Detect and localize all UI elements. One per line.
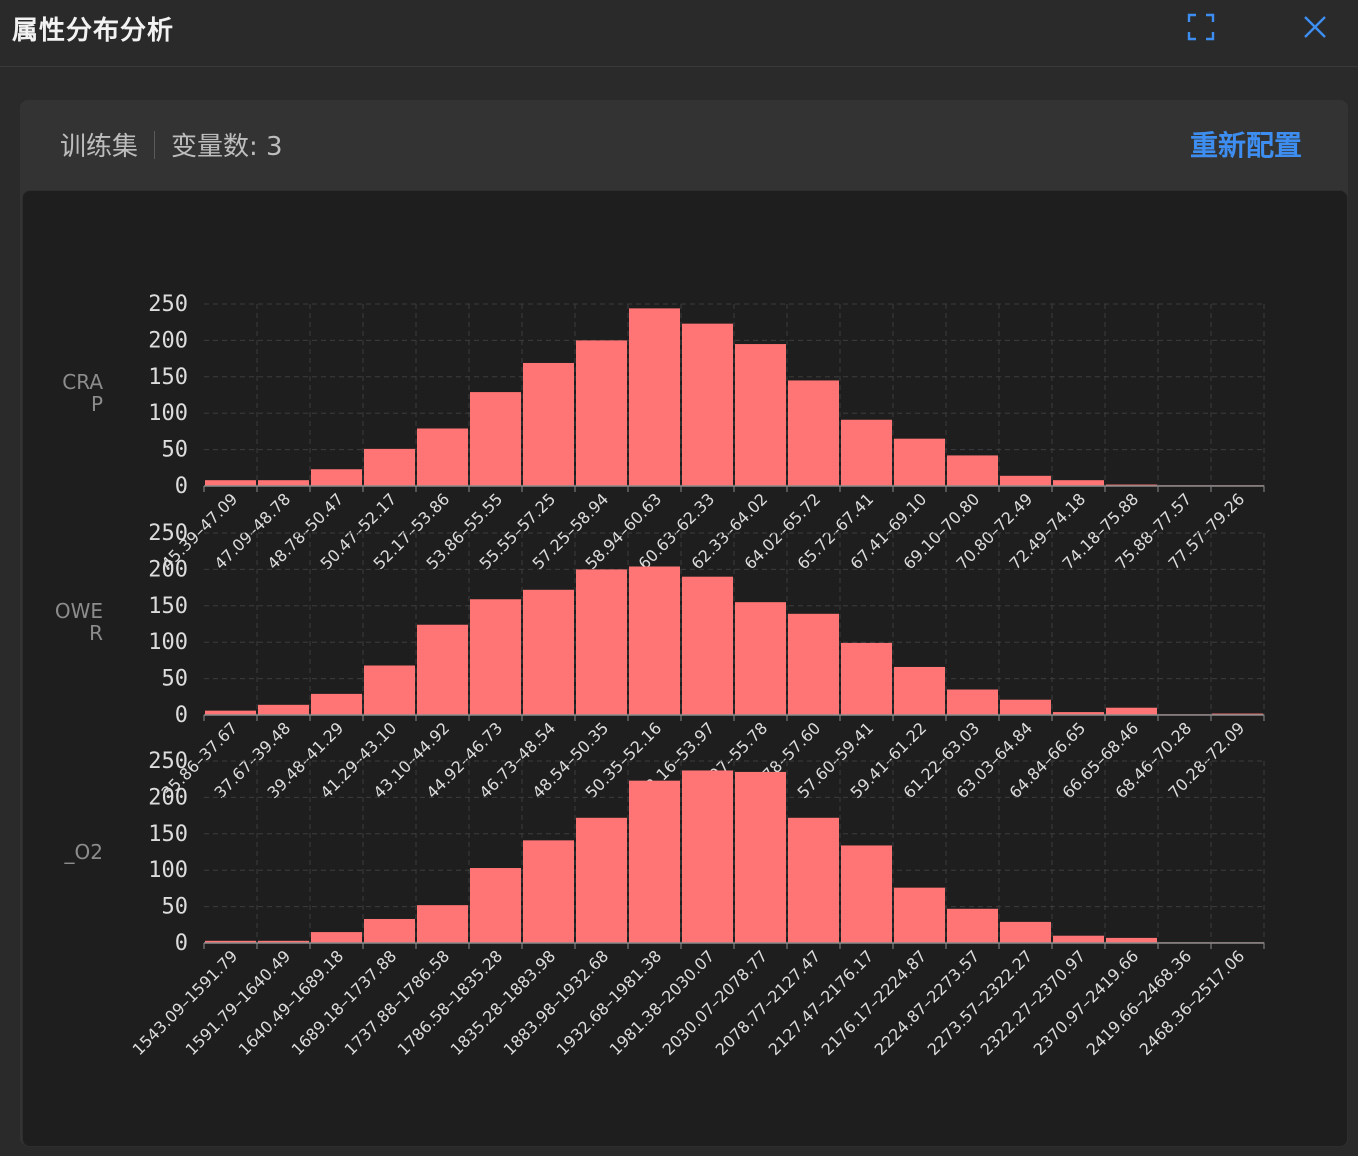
histogram-bar bbox=[1106, 937, 1157, 943]
y-tick-label: 250 bbox=[148, 749, 188, 774]
histogram-bar bbox=[364, 918, 415, 943]
histogram-bar bbox=[947, 908, 998, 943]
histogram-bar bbox=[841, 419, 892, 486]
y-tick-label: 100 bbox=[148, 630, 188, 655]
histogram-bar bbox=[258, 704, 309, 715]
dataset-info: 训练集 变量数: 3 bbox=[60, 126, 283, 163]
histogram-bar bbox=[894, 438, 945, 486]
histogram-bar bbox=[841, 845, 892, 943]
histogram-bar bbox=[311, 932, 362, 943]
histogram-bar bbox=[629, 566, 680, 715]
histogram-bar bbox=[311, 693, 362, 715]
histogram-charts: 05010015020025045.39–47.0947.09–48.7848.… bbox=[129, 292, 1265, 1059]
histogram-bar bbox=[735, 602, 786, 715]
histogram-bar bbox=[576, 569, 627, 715]
histogram-bar bbox=[417, 905, 468, 943]
histogram-bar bbox=[523, 362, 574, 486]
histogram-bar bbox=[417, 428, 468, 486]
histogram-bar bbox=[1000, 921, 1051, 943]
histogram-bar bbox=[1000, 699, 1051, 715]
y-tick-label: 250 bbox=[148, 521, 188, 546]
fullscreen-icon[interactable] bbox=[1186, 12, 1216, 42]
histogram-bar bbox=[894, 666, 945, 715]
histogram-bar bbox=[894, 887, 945, 943]
histogram-bar bbox=[470, 392, 521, 486]
histogram-bar bbox=[735, 771, 786, 943]
y-tick-label: 100 bbox=[148, 401, 188, 426]
histogram-bar bbox=[417, 624, 468, 715]
histogram-bar bbox=[682, 770, 733, 943]
histogram-bar bbox=[788, 613, 839, 715]
y-tick-label: 50 bbox=[162, 438, 189, 463]
histogram-bar bbox=[205, 480, 256, 486]
histogram-bar bbox=[364, 665, 415, 715]
y-tick-label: 50 bbox=[162, 667, 189, 692]
histogram-bar bbox=[682, 576, 733, 715]
histogram-bar bbox=[788, 817, 839, 943]
y-tick-label: 0 bbox=[175, 474, 188, 499]
y-tick-label: 200 bbox=[148, 328, 188, 353]
histogram-bar bbox=[788, 380, 839, 486]
window-title: 属性分布分析 bbox=[12, 16, 175, 46]
histogram-bar bbox=[576, 340, 627, 486]
y-tick-label: 250 bbox=[148, 292, 188, 317]
histogram-bar bbox=[470, 599, 521, 715]
histogram-bar bbox=[947, 455, 998, 486]
histogram-bar bbox=[682, 323, 733, 486]
histogram-bar bbox=[1053, 935, 1104, 943]
y-tick-label: 100 bbox=[148, 858, 188, 883]
histogram-bar bbox=[576, 817, 627, 943]
y-tick-label: 0 bbox=[175, 703, 188, 728]
histogram-bar bbox=[629, 308, 680, 486]
histogram-bar bbox=[364, 448, 415, 486]
histogram-bar bbox=[629, 780, 680, 943]
y-tick-label: 150 bbox=[148, 365, 188, 390]
histogram-bar bbox=[947, 689, 998, 715]
divider bbox=[154, 130, 156, 159]
y-tick-label: 200 bbox=[148, 785, 188, 810]
histogram-bar bbox=[523, 840, 574, 943]
histogram-bar bbox=[470, 868, 521, 943]
histogram-bar bbox=[1000, 475, 1051, 486]
y-tick-label: 50 bbox=[162, 895, 189, 920]
histogram-bar bbox=[311, 469, 362, 486]
histogram-bar bbox=[841, 642, 892, 715]
histogram-bar bbox=[1053, 480, 1104, 486]
histogram-bar bbox=[523, 589, 574, 715]
histogram-bar bbox=[1106, 707, 1157, 715]
panel-header: 训练集 变量数: 3 重新配置 bbox=[20, 100, 1348, 188]
close-icon[interactable] bbox=[1300, 12, 1330, 42]
y-tick-label: 150 bbox=[148, 822, 188, 847]
histogram-bar bbox=[258, 480, 309, 486]
variable-count: 变量数: 3 bbox=[171, 132, 283, 162]
y-tick-label: 150 bbox=[148, 594, 188, 619]
title-bar: 属性分布分析 bbox=[0, 0, 1358, 67]
histogram-bar bbox=[735, 344, 786, 486]
dataset-label: 训练集 bbox=[60, 132, 139, 162]
distribution-panel: 训练集 变量数: 3 重新配置 CRA P OWE R _O2 0 50 100 15… bbox=[20, 100, 1348, 1147]
reconfigure-button[interactable]: 重新配置 bbox=[1190, 124, 1302, 164]
x-tick-label: 2468.36–2517.06 bbox=[1136, 946, 1249, 1059]
y-tick-label: 0 bbox=[175, 931, 188, 956]
chart-area: CRA P OWE R _O2 0 50 100 150 200 250 45.39–47.… bbox=[22, 190, 1348, 1147]
y-tick-label: 200 bbox=[148, 557, 188, 582]
